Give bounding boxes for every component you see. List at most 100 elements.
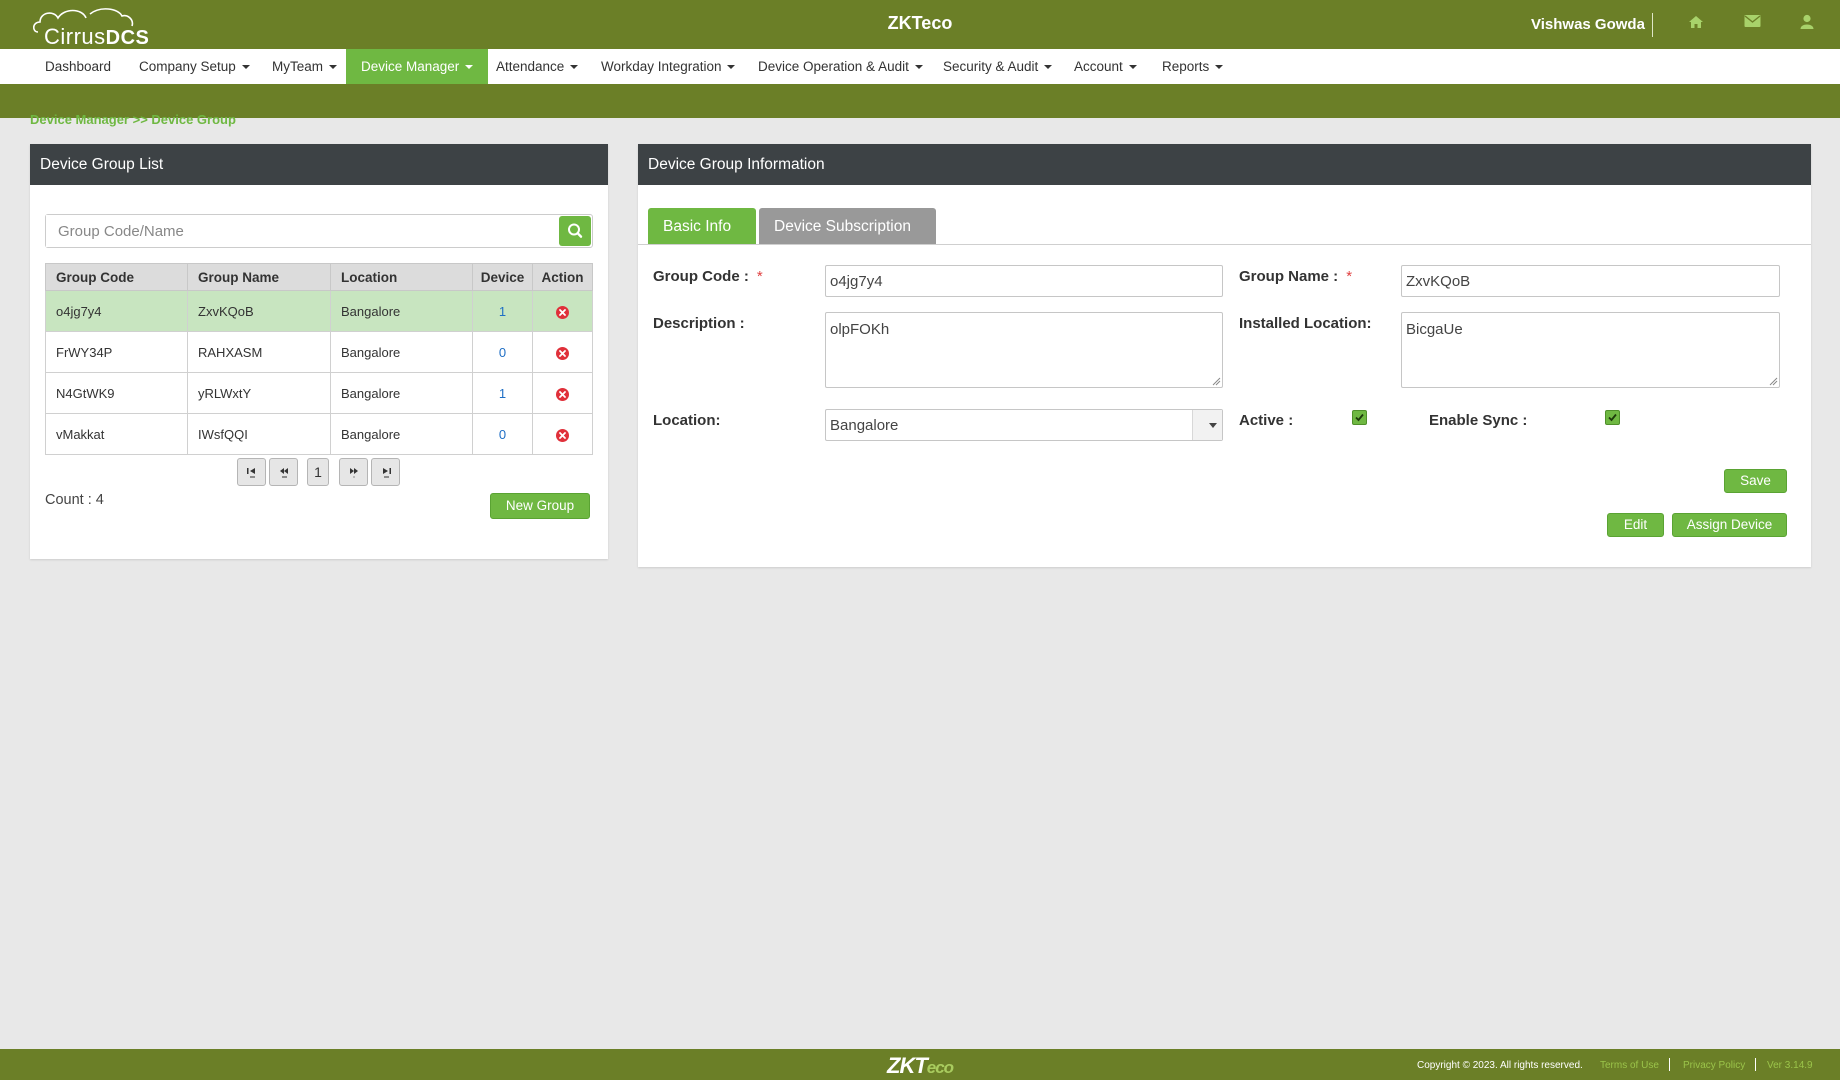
new-group-button[interactable]: New Group	[490, 493, 590, 519]
cell-action	[532, 372, 593, 414]
nav-label: Security & Audit	[943, 59, 1039, 74]
device-count-link[interactable]: 0	[499, 345, 506, 360]
panel-title: Device Group List	[30, 144, 608, 185]
table-row[interactable]: vMakkat IWsfQQI Bangalore 0	[45, 413, 593, 455]
nav-attendance[interactable]: Attendance	[481, 49, 593, 84]
nav-label: Reports	[1162, 59, 1210, 74]
device-count-link[interactable]: 1	[499, 386, 506, 401]
installed-location-textarea[interactable]: BicgaUe	[1401, 312, 1780, 388]
search-button[interactable]	[559, 216, 591, 246]
cell-location[interactable]: Bangalore	[330, 331, 473, 373]
location-select[interactable]: Bangalore	[825, 409, 1223, 441]
group-name-field[interactable]: ZxvKQoB	[1401, 265, 1780, 297]
terms-link[interactable]: Terms of Use	[1600, 1060, 1659, 1071]
cell-group-code[interactable]: FrWY34P	[45, 331, 188, 373]
device-count-link[interactable]: 1	[499, 304, 506, 319]
cell-group-name[interactable]: ZxvKQoB	[187, 290, 331, 332]
nav-label: Account	[1074, 59, 1123, 74]
select-arrow[interactable]	[1192, 410, 1222, 440]
nav-company-setup[interactable]: Company Setup	[124, 49, 265, 84]
envelope-icon[interactable]	[1744, 14, 1764, 34]
nav-security-audit[interactable]: Security & Audit	[928, 49, 1067, 84]
device-group-list-panel: Device Group List Group Code Group Name …	[30, 144, 608, 559]
resize-handle-icon[interactable]	[1211, 376, 1221, 386]
description-textarea[interactable]: olpFOKh	[825, 312, 1223, 388]
cell-device: 1	[472, 290, 533, 332]
page-number-button[interactable]: 1	[307, 458, 329, 486]
cell-group-name[interactable]: RAHXASM	[187, 331, 331, 373]
delete-icon[interactable]	[556, 387, 569, 401]
location-label: Location:	[653, 412, 721, 429]
nav-myteam[interactable]: MyTeam	[257, 49, 352, 84]
cell-location[interactable]: Bangalore	[330, 290, 473, 332]
col-action: Action	[532, 263, 593, 291]
first-page-icon	[246, 468, 255, 478]
nav-dashboard[interactable]: Dashboard	[30, 49, 126, 84]
active-label: Active :	[1239, 412, 1294, 429]
nav-reports[interactable]: Reports	[1147, 49, 1238, 84]
table-header-row: Group Code Group Name Location Device Ac…	[45, 263, 593, 291]
assign-device-button[interactable]: Assign Device	[1672, 513, 1787, 537]
group-name-label-text: Group Name :	[1239, 268, 1339, 285]
delete-icon[interactable]	[556, 346, 569, 360]
nav-device-operation-audit[interactable]: Device Operation & Audit	[743, 49, 938, 84]
nav-label: Device Manager	[361, 59, 460, 74]
installed-location-label: Installed Location:	[1239, 315, 1372, 332]
cell-group-name[interactable]: IWsfQQI	[187, 413, 331, 455]
search-icon	[568, 223, 583, 238]
footer-logo-suffix: eco	[926, 1058, 954, 1077]
user-name[interactable]: Vishwas Gowda	[1531, 16, 1645, 33]
first-page-button[interactable]	[237, 458, 266, 486]
cell-device: 0	[472, 331, 533, 373]
next-page-button[interactable]	[339, 458, 368, 486]
nav-account[interactable]: Account	[1059, 49, 1152, 84]
tab-basic-info[interactable]: Basic Info	[648, 208, 756, 245]
footer-logo: ZKTeco	[887, 1053, 954, 1079]
nav-label: MyTeam	[272, 59, 324, 74]
save-button[interactable]: Save	[1724, 469, 1787, 493]
cell-location[interactable]: Bangalore	[330, 372, 473, 414]
group-code-field[interactable]: o4jg7y4	[825, 265, 1223, 297]
cell-action	[532, 290, 593, 332]
breadcrumb[interactable]: Device Manager >> Device Group	[30, 112, 236, 127]
cell-group-code[interactable]: N4GtWK9	[45, 372, 188, 414]
active-checkbox[interactable]	[1352, 410, 1367, 425]
record-count: Count : 4	[45, 492, 104, 508]
enable-sync-checkbox[interactable]	[1605, 410, 1620, 425]
col-group-code[interactable]: Group Code	[45, 263, 188, 291]
device-count-link[interactable]: 0	[499, 427, 506, 442]
cell-group-code[interactable]: vMakkat	[45, 413, 188, 455]
table-row[interactable]: o4jg7y4 ZxvKQoB Bangalore 1	[45, 290, 593, 332]
table-row[interactable]: FrWY34P RAHXASM Bangalore 0	[45, 331, 593, 373]
table-row[interactable]: N4GtWK9 yRLWxtY Bangalore 1	[45, 372, 593, 414]
footer: ZKTeco Copyright © 2023. All rights rese…	[0, 1049, 1840, 1080]
cell-group-code[interactable]: o4jg7y4	[45, 290, 188, 332]
last-page-button[interactable]	[371, 458, 400, 486]
caret-down-icon	[1128, 65, 1137, 70]
col-group-name[interactable]: Group Name	[187, 263, 331, 291]
previous-page-icon	[279, 468, 288, 478]
caret-down-icon	[465, 65, 474, 70]
user-icon[interactable]	[1800, 14, 1820, 34]
resize-handle-icon[interactable]	[1768, 376, 1778, 386]
cell-group-name[interactable]: yRLWxtY	[187, 372, 331, 414]
last-page-icon	[382, 468, 391, 478]
nav-workday-integration[interactable]: Workday Integration	[586, 49, 750, 84]
col-location[interactable]: Location	[330, 263, 473, 291]
cell-location[interactable]: Bangalore	[330, 413, 473, 455]
search-input[interactable]	[46, 215, 546, 247]
checkmark-icon	[1355, 413, 1364, 422]
edit-button[interactable]: Edit	[1607, 513, 1664, 537]
col-device[interactable]: Device	[472, 263, 533, 291]
home-icon[interactable]	[1688, 14, 1708, 34]
version-text: Ver 3.14.9	[1767, 1060, 1813, 1071]
nav-device-manager[interactable]: Device Manager	[346, 49, 489, 84]
previous-page-button[interactable]	[269, 458, 298, 486]
cell-action	[532, 413, 593, 455]
tab-device-subscription[interactable]: Device Subscription	[759, 208, 936, 245]
privacy-link[interactable]: Privacy Policy	[1683, 1060, 1745, 1071]
delete-icon[interactable]	[556, 428, 569, 442]
search-box	[45, 214, 593, 248]
delete-icon[interactable]	[556, 305, 569, 319]
group-code-label-text: Group Code :	[653, 268, 749, 285]
